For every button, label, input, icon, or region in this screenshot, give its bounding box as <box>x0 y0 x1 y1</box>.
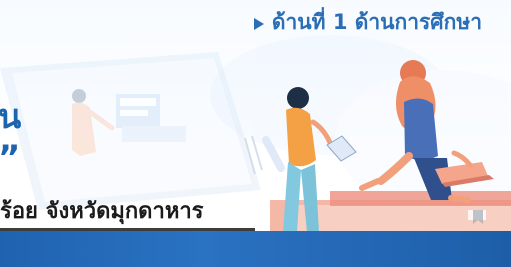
banner: ด้านที่ 1 ด้านการศึกษา น ” ร้อย จังหวัดม… <box>0 0 511 267</box>
students-laptop-illustration-icon <box>0 35 511 236</box>
caption-text: ร้อย จังหวัดมุกดาหาร <box>0 199 204 224</box>
caption: ร้อย จังหวัดมุกดาหาร <box>0 199 255 231</box>
section-title: ด้านที่ 1 ด้านการศึกษา <box>253 10 482 34</box>
headline-line-1: น <box>0 97 21 137</box>
bottom-bar <box>0 231 511 267</box>
headline-fragment: น ” <box>0 99 21 176</box>
triangle-bullet-icon <box>253 17 264 30</box>
section-title-text: ด้านที่ 1 ด้านการศึกษา <box>271 10 482 34</box>
headline-line-2: ” <box>0 138 20 178</box>
